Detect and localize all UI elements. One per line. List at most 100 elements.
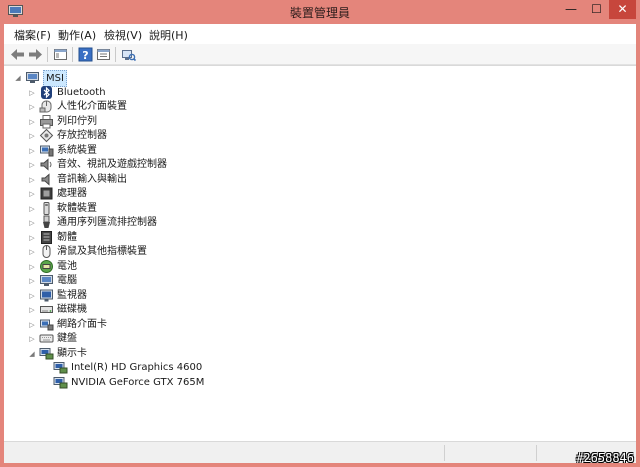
collapsed-arrow-icon[interactable]: ▷ <box>28 219 36 227</box>
firmware-icon <box>39 230 54 245</box>
collapsed-arrow-icon[interactable]: ▷ <box>28 103 36 111</box>
properties-icon[interactable] <box>96 47 111 62</box>
collapsed-arrow-icon[interactable]: ▷ <box>28 89 36 97</box>
tree-category-node[interactable]: ▷ 監視器 <box>4 289 604 303</box>
bluetooth-icon <box>39 85 54 100</box>
menu-view[interactable]: 檢視(V) <box>104 27 142 43</box>
collapsed-arrow-icon[interactable]: ▷ <box>28 335 36 343</box>
tree-category-label: 人性化介面裝置 <box>57 101 127 112</box>
tree-category-label: 網路介面卡 <box>57 318 107 330</box>
mouse-icon <box>39 244 54 259</box>
tree-category-label: 電池 <box>57 260 77 272</box>
expanded-arrow-icon[interactable]: ◢ <box>14 74 22 82</box>
collapsed-arrow-icon[interactable]: ▷ <box>28 205 36 213</box>
console-tree-icon[interactable] <box>53 47 68 62</box>
collapsed-arrow-icon[interactable]: ▷ <box>28 147 36 155</box>
collapsed-arrow-icon[interactable]: ▷ <box>28 132 36 140</box>
computer-icon <box>39 273 54 288</box>
usb-icon <box>39 215 54 230</box>
software-device-icon <box>39 201 54 216</box>
tree-category-label: 處理器 <box>57 188 87 199</box>
toolbar-separator <box>47 47 48 62</box>
tree-category-node[interactable]: ▷ 通用序列匯流排控制器 <box>4 215 604 230</box>
collapsed-arrow-icon[interactable]: ▷ <box>28 277 36 285</box>
title-bar[interactable]: 裝置管理員 — ☐ ✕ <box>0 0 640 24</box>
scan-hardware-icon[interactable] <box>121 47 136 62</box>
maximize-button[interactable]: ☐ <box>584 0 609 19</box>
network-adapter-icon <box>39 317 54 332</box>
tree-category-node[interactable]: ▷ 列印佇列 <box>4 114 604 129</box>
collapsed-arrow-icon[interactable]: ▷ <box>28 263 36 271</box>
processor-icon <box>39 186 54 201</box>
collapsed-arrow-icon[interactable]: ▷ <box>28 321 36 329</box>
toolbar: ? <box>4 44 636 65</box>
tree-category-node[interactable]: ▷ 軟體裝置 <box>4 201 604 216</box>
collapsed-arrow-icon[interactable]: ▷ <box>28 248 36 256</box>
battery-icon <box>39 259 54 274</box>
collapsed-arrow-icon[interactable]: ▷ <box>28 118 36 126</box>
tree-category-label: 滑鼠及其他指標裝置 <box>57 246 147 257</box>
close-button[interactable]: ✕ <box>609 0 636 19</box>
tree-device-node[interactable]: NVIDIA GeForce GTX 765M <box>4 376 604 390</box>
menu-help[interactable]: 說明(H) <box>149 27 188 43</box>
tree-category-node[interactable]: ▷ 鍵盤 <box>4 332 604 346</box>
collapsed-arrow-icon[interactable]: ▷ <box>28 234 36 242</box>
collapsed-arrow-icon[interactable]: ▷ <box>28 176 36 184</box>
minimize-button[interactable]: — <box>558 0 584 19</box>
help-icon[interactable]: ? <box>78 47 93 62</box>
tree-category-label: 存放控制器 <box>57 130 107 141</box>
tree-category-node[interactable]: ▷ 音訊輸入與輸出 <box>4 172 604 187</box>
menu-action[interactable]: 動作(A) <box>58 27 96 43</box>
tree-category-node[interactable]: ▷ 電腦 <box>4 274 604 288</box>
tree-category-label: 韌體 <box>57 231 77 243</box>
tree-category-node[interactable]: ▷ 磁碟機 <box>4 303 604 317</box>
tree-category-label: Bluetooth <box>57 86 106 98</box>
back-icon[interactable] <box>10 47 25 62</box>
computer-icon <box>25 70 40 85</box>
tree-category-label: 磁碟機 <box>57 304 87 315</box>
printer-icon <box>39 114 54 129</box>
toolbar-separator <box>72 47 73 62</box>
tree-category-node[interactable]: ▷ 處理器 <box>4 187 604 201</box>
device-manager-window: 裝置管理員 — ☐ ✕ 檔案(F) 動作(A) 檢視(V) 說明(H) ? ◢ … <box>0 0 640 467</box>
tree-device-label: NVIDIA GeForce GTX 765M <box>71 376 205 388</box>
collapsed-arrow-icon[interactable]: ▷ <box>28 190 36 198</box>
menu-file[interactable]: 檔案(F) <box>14 27 51 43</box>
menu-bar: 檔案(F) 動作(A) 檢視(V) 說明(H) <box>4 24 636 44</box>
status-bar <box>4 441 636 463</box>
collapsed-arrow-icon[interactable]: ▷ <box>28 292 36 300</box>
tree-category-label: 通用序列匯流排控制器 <box>57 217 157 228</box>
expanded-arrow-icon[interactable]: ◢ <box>28 350 36 358</box>
speaker-icon <box>39 157 54 172</box>
tree-device-label: Intel(R) HD Graphics 4600 <box>71 362 203 373</box>
tree-category-node[interactable]: ▷ 系統裝置 <box>4 144 604 158</box>
storage-controller-icon <box>39 128 54 143</box>
keyboard-icon <box>39 331 54 346</box>
tree-category-node[interactable]: ▷ 音效、視訊及遊戲控制器 <box>4 158 604 172</box>
tree-category-node[interactable]: ◢ 顯示卡 <box>4 347 604 361</box>
tree-category-node[interactable]: ▷ 存放控制器 <box>4 128 604 143</box>
tree-category-node[interactable]: ▷ 電池 <box>4 259 604 274</box>
tree-category-label: 系統裝置 <box>57 144 97 156</box>
tree-category-node[interactable]: ▷ 網路介面卡 <box>4 318 604 332</box>
tree-category-node[interactable]: ▷ 人性化介面裝置 <box>4 100 604 114</box>
status-pane <box>444 445 534 461</box>
tree-category-label: 音訊輸入與輸出 <box>57 173 127 185</box>
hid-icon <box>39 99 54 114</box>
window-title: 裝置管理員 <box>289 6 350 20</box>
collapsed-arrow-icon[interactable]: ▷ <box>28 161 36 169</box>
tree-category-node[interactable]: ▷ 韌體 <box>4 230 604 245</box>
tree-root-node[interactable]: ◢ MSI <box>4 70 604 87</box>
tree-category-label: 音效、視訊及遊戲控制器 <box>57 159 167 170</box>
tree-category-node[interactable]: ▷ 滑鼠及其他指標裝置 <box>4 245 604 259</box>
tree-category-label: 軟體裝置 <box>57 202 97 214</box>
forward-icon[interactable] <box>28 47 43 62</box>
collapsed-arrow-icon[interactable]: ▷ <box>28 306 36 314</box>
tree-device-node[interactable]: Intel(R) HD Graphics 4600 <box>4 361 604 375</box>
tree-category-node[interactable]: ▷ Bluetooth <box>4 85 604 100</box>
device-tree[interactable]: ◢ MSI ▷ Bluetooth ▷ 人性化介面裝置 ▷ 列印佇列 ▷ 存放控制器 ▷ 系統裝置 ▷ 音… <box>4 65 636 441</box>
tree-category-label: 鍵盤 <box>57 333 77 344</box>
disk-drive-icon <box>39 302 54 317</box>
display-adapter-icon <box>53 360 68 375</box>
display-adapter-icon <box>39 346 54 361</box>
